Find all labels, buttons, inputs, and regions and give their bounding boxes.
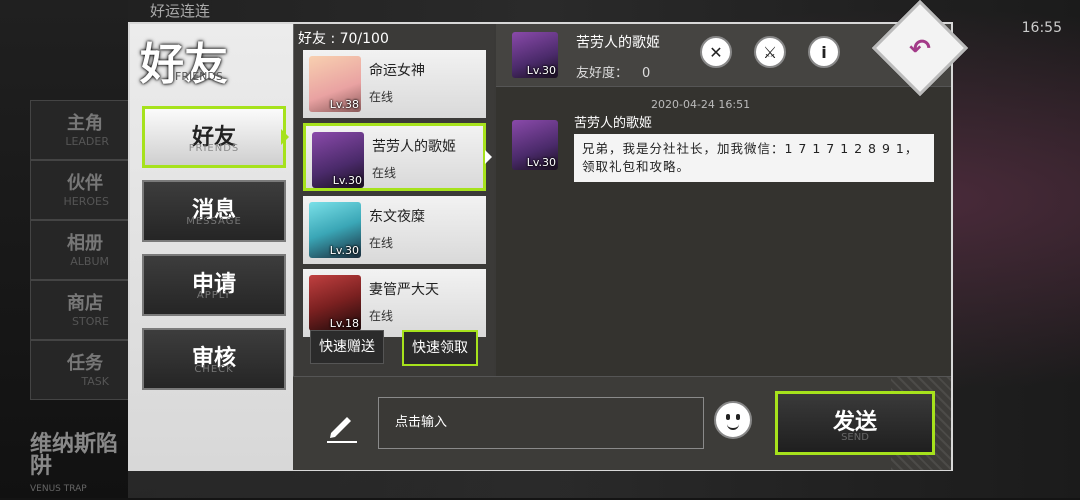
message-avatar: Lv.30 [512,120,558,170]
chat-avatar: Lv.30 [512,32,558,78]
friend-list[interactable]: 好友 : 70/100 Lv.38 命运女神 在线 Lv.30 苦劳人的歌姬 在… [293,24,494,376]
message-bubble: 兄弟，我是分社社长，加我微信：1 7 1 7 1 2 8 9 1，领取礼包和攻略… [574,134,934,182]
bg-nav-task: 任务 TASK [30,340,132,400]
friend-status: 在线 [369,90,394,104]
send-label-en: SEND [841,432,869,443]
tab-label-en: MESSAGE [186,216,242,227]
friend-item[interactable]: Lv.38 命运女神 在线 [303,50,486,118]
quick-send-button[interactable]: 快速赠送 [310,330,384,364]
friend-name: 东文夜糜 [369,209,425,225]
friends-panel: 好友 FRIENDS 好友 FRIENDS 消息 MESSAGE 申请 APPL… [128,22,953,471]
friend-status: 在线 [369,309,394,323]
clock: 16:55 [1021,20,1062,36]
friend-item[interactable]: Lv.18 妻管严大天 在线 [303,269,486,337]
tab-label-en: APPLY [196,290,232,301]
tab-apply[interactable]: 申请 APPLY [142,254,286,316]
friend-count: 好友 : 70/100 [298,31,389,47]
info-icon: i [821,42,827,62]
tab-column: 好友 FRIENDS 好友 FRIENDS 消息 MESSAGE 申请 APPL… [130,24,293,469]
chat-favor: 友好度： 0 [576,66,651,81]
tab-friends[interactable]: 好友 FRIENDS [142,106,289,168]
bg-event-title: 维纳斯陷阱 VENUS TRAP [30,432,119,495]
chat-area: Lv.30 苦劳人的歌姬 友好度： 0 ✕ ⚔ i 2020-04-24 16:5… [496,24,951,376]
avatar: Lv.18 [309,275,361,331]
bg-nav-leader: 主角 LEADER [30,100,132,160]
bg-nav-store: 商店 STORE [30,280,132,340]
friend-status: 在线 [372,166,397,180]
chat-name: 苦劳人的歌姬 [576,35,660,51]
friend-name: 妻管严大天 [369,282,439,298]
avatar: Lv.30 [309,202,361,258]
tab-label-en: CHECK [194,364,234,375]
friend-name: 苦劳人的歌姬 [372,139,456,155]
emoji-button[interactable] [714,401,752,439]
back-arrow-icon: ↶ [909,34,931,65]
message-sender: 苦劳人的歌姬 [574,116,653,131]
battle-button[interactable]: ⚔ [754,36,786,68]
close-icon: ✕ [709,42,723,62]
friend-item[interactable]: Lv.30 东文夜糜 在线 [303,196,486,264]
message-timestamp: 2020-04-24 16:51 [651,98,751,111]
delete-friend-button[interactable]: ✕ [700,36,732,68]
avatar: Lv.30 [312,132,364,188]
friend-item-selected[interactable]: Lv.30 苦劳人的歌姬 在线 [303,123,492,191]
quick-receive-button[interactable]: 快速领取 [402,330,478,366]
tab-check[interactable]: 审核 CHECK [142,328,286,390]
friend-status: 在线 [369,236,394,250]
bg-nav-album: 相册 ALBUM [30,220,132,280]
info-button[interactable]: i [808,36,840,68]
send-button[interactable]: 发送 SEND [775,391,935,455]
tab-message[interactable]: 消息 MESSAGE [142,180,286,242]
background-nav: 主角 LEADER 伙伴 HEROES 相册 ALBUM 商店 STORE 任务 TASK… [0,0,132,498]
pencil-icon [327,417,357,443]
bg-top-text: 好运连连 [150,2,211,20]
panel-title-en: FRIENDS [175,70,223,83]
sword-icon: ⚔ [762,42,778,62]
bg-nav-heroes: 伙伴 HEROES [30,160,132,220]
chat-input[interactable]: 点击输入 [378,397,704,449]
input-bar: 点击输入 发送 SEND [293,376,951,470]
avatar: Lv.38 [309,56,361,112]
tab-label-en: FRIENDS [188,143,240,154]
friend-name: 命运女神 [369,63,425,79]
